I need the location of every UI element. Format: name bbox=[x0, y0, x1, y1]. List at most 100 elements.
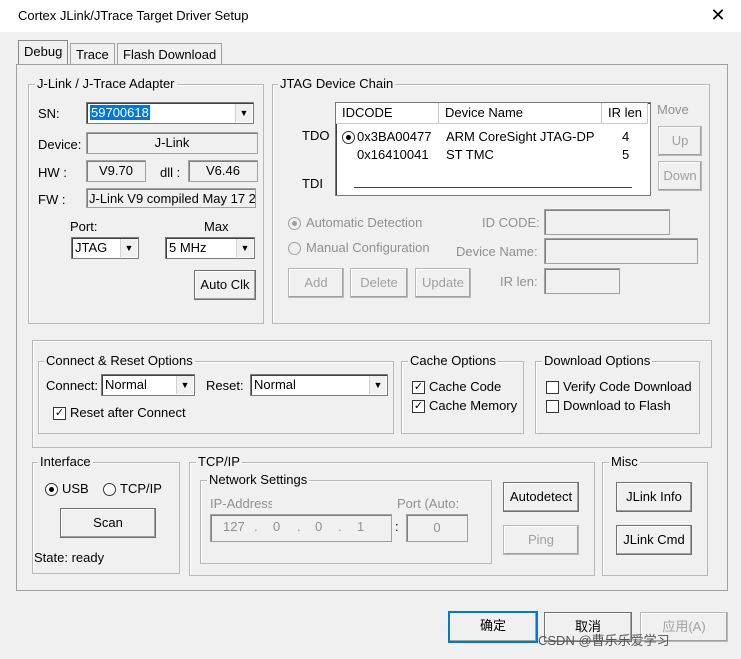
row-ir-len: 4 bbox=[622, 129, 630, 144]
device-value: J-Link bbox=[86, 132, 258, 154]
tcpip-radio[interactable] bbox=[103, 483, 116, 496]
usb-radio[interactable] bbox=[45, 483, 58, 496]
row-selected-radio bbox=[342, 131, 355, 144]
ip-address-input[interactable]: 127 . 0 . 0 . 1 bbox=[210, 514, 392, 542]
chevron-down-icon[interactable]: ▼ bbox=[176, 376, 193, 394]
row-idcode: 0x3BA00477 bbox=[357, 129, 432, 144]
dll-label: dll : bbox=[160, 165, 181, 180]
port-value: JTAG bbox=[75, 240, 108, 255]
ip-dot: . bbox=[254, 519, 258, 534]
tab-label: Trace bbox=[76, 47, 109, 62]
reset-select[interactable]: Normal ▼ bbox=[250, 374, 388, 396]
verify-code-download-label: Verify Code Download bbox=[563, 379, 692, 394]
ip-octet: 1 bbox=[357, 519, 365, 534]
table-row[interactable]: 0x3BA00477 ARM CoreSight JTAG-DP 4 bbox=[340, 129, 640, 147]
tab-flash-download[interactable]: Flash Download bbox=[117, 43, 223, 66]
interface-group-label: Interface bbox=[38, 454, 93, 469]
chevron-down-icon[interactable]: ▼ bbox=[120, 239, 137, 257]
ip-octet: 127 bbox=[223, 519, 245, 534]
delete-button[interactable]: Delete bbox=[350, 268, 408, 298]
row-device-name: ST TMC bbox=[446, 147, 494, 162]
autodetect-button[interactable]: Autodetect bbox=[503, 482, 579, 512]
verify-code-download-checkbox[interactable] bbox=[546, 381, 559, 394]
cache-options-label: Cache Options bbox=[408, 353, 498, 368]
tab-trace[interactable]: Trace bbox=[70, 43, 115, 66]
ir-len-input[interactable] bbox=[544, 268, 620, 294]
jlink-info-button[interactable]: JLink Info bbox=[616, 482, 692, 512]
table-row[interactable]: 0x16410041 ST TMC 5 bbox=[340, 147, 640, 165]
port-select[interactable]: JTAG ▼ bbox=[71, 237, 139, 259]
close-icon[interactable]: ✕ bbox=[706, 4, 730, 26]
chain-line bbox=[354, 187, 632, 188]
auto-clk-button[interactable]: Auto Clk bbox=[194, 270, 256, 300]
fw-value: J-Link V9 compiled May 17 2 bbox=[86, 188, 256, 208]
connect-select[interactable]: Normal ▼ bbox=[101, 374, 195, 396]
max-clock-select[interactable]: 5 MHz ▼ bbox=[165, 237, 255, 259]
manual-configuration-radio[interactable] bbox=[288, 242, 301, 255]
max-value: 5 MHz bbox=[169, 240, 207, 255]
reset-after-connect-checkbox[interactable]: ✓ bbox=[53, 407, 66, 420]
usb-label: USB bbox=[62, 481, 89, 496]
move-label: Move bbox=[657, 102, 689, 117]
update-button[interactable]: Update bbox=[415, 268, 471, 298]
max-label: Max bbox=[204, 219, 229, 234]
hw-label: HW : bbox=[38, 165, 67, 180]
cache-memory-checkbox[interactable]: ✓ bbox=[412, 400, 425, 413]
hw-value: V9.70 bbox=[86, 160, 146, 182]
tcpip-radio-label: TCP/IP bbox=[120, 481, 162, 496]
id-code-input[interactable] bbox=[544, 209, 670, 235]
cache-code-label: Cache Code bbox=[429, 379, 502, 394]
device-name-label: Device Name: bbox=[456, 244, 538, 259]
download-to-flash-label: Download to Flash bbox=[563, 398, 671, 413]
column-header-ir-len[interactable]: IR len bbox=[602, 103, 648, 124]
misc-group bbox=[602, 462, 708, 576]
reset-value: Normal bbox=[254, 377, 296, 392]
chevron-down-icon[interactable]: ▼ bbox=[236, 239, 253, 257]
row-ir-len: 5 bbox=[622, 147, 630, 162]
ip-dot: . bbox=[297, 519, 301, 534]
port-value: 0 bbox=[433, 520, 441, 535]
chevron-down-icon[interactable]: ▼ bbox=[235, 104, 252, 122]
ir-len-label: IR len: bbox=[500, 274, 538, 289]
sn-value: 59700618 bbox=[90, 105, 150, 120]
column-header-idcode[interactable]: IDCODE bbox=[336, 103, 439, 124]
manual-configuration-label: Manual Configuration bbox=[306, 240, 430, 255]
tab-debug[interactable]: Debug bbox=[18, 40, 69, 67]
chevron-down-icon[interactable]: ▼ bbox=[369, 376, 386, 394]
cache-code-checkbox[interactable]: ✓ bbox=[412, 381, 425, 394]
ping-button[interactable]: Ping bbox=[503, 525, 579, 555]
column-header-device-name[interactable]: Device Name bbox=[439, 103, 602, 124]
ok-button[interactable]: 确定 bbox=[448, 611, 538, 643]
add-button[interactable]: Add bbox=[288, 268, 344, 298]
network-settings-label: Network Settings bbox=[207, 472, 310, 487]
connect-reset-group bbox=[38, 361, 394, 434]
automatic-detection-radio[interactable] bbox=[288, 217, 301, 230]
id-code-label: ID CODE: bbox=[482, 215, 540, 230]
tcpip-group-label: TCP/IP bbox=[196, 454, 242, 469]
port-input[interactable]: 0 bbox=[406, 514, 468, 542]
download-to-flash-checkbox[interactable] bbox=[546, 400, 559, 413]
tdo-label: TDO bbox=[302, 128, 330, 143]
adapter-group-label: J-Link / J-Trace Adapter bbox=[35, 76, 177, 91]
sn-combo[interactable]: 59700618 ▼ bbox=[86, 102, 254, 124]
ip-dot: . bbox=[338, 519, 342, 534]
jlink-cmd-button[interactable]: JLink Cmd bbox=[616, 525, 692, 555]
ip-address-label: IP-Address bbox=[210, 496, 272, 511]
state-label: State: ready bbox=[34, 550, 105, 565]
reset-label: Reset: bbox=[206, 378, 244, 393]
connect-reset-label: Connect & Reset Options bbox=[44, 353, 195, 368]
move-up-button[interactable]: Up bbox=[658, 126, 702, 156]
misc-group-label: Misc bbox=[609, 454, 640, 469]
connect-value: Normal bbox=[105, 377, 147, 392]
port-label: Port: bbox=[70, 219, 98, 234]
jtag-device-list[interactable]: IDCODE Device Name IR len 0x3BA00477 ARM… bbox=[335, 102, 651, 196]
device-label: Device: bbox=[38, 137, 82, 152]
jtag-group-label: JTAG Device Chain bbox=[278, 76, 396, 91]
device-name-input[interactable] bbox=[544, 238, 698, 264]
sn-label: SN: bbox=[38, 106, 60, 121]
move-down-button[interactable]: Down bbox=[658, 161, 702, 191]
fw-label: FW : bbox=[38, 192, 66, 207]
tab-label: Flash Download bbox=[123, 47, 217, 62]
scan-button[interactable]: Scan bbox=[60, 508, 156, 538]
connect-label: Connect: bbox=[46, 378, 99, 393]
